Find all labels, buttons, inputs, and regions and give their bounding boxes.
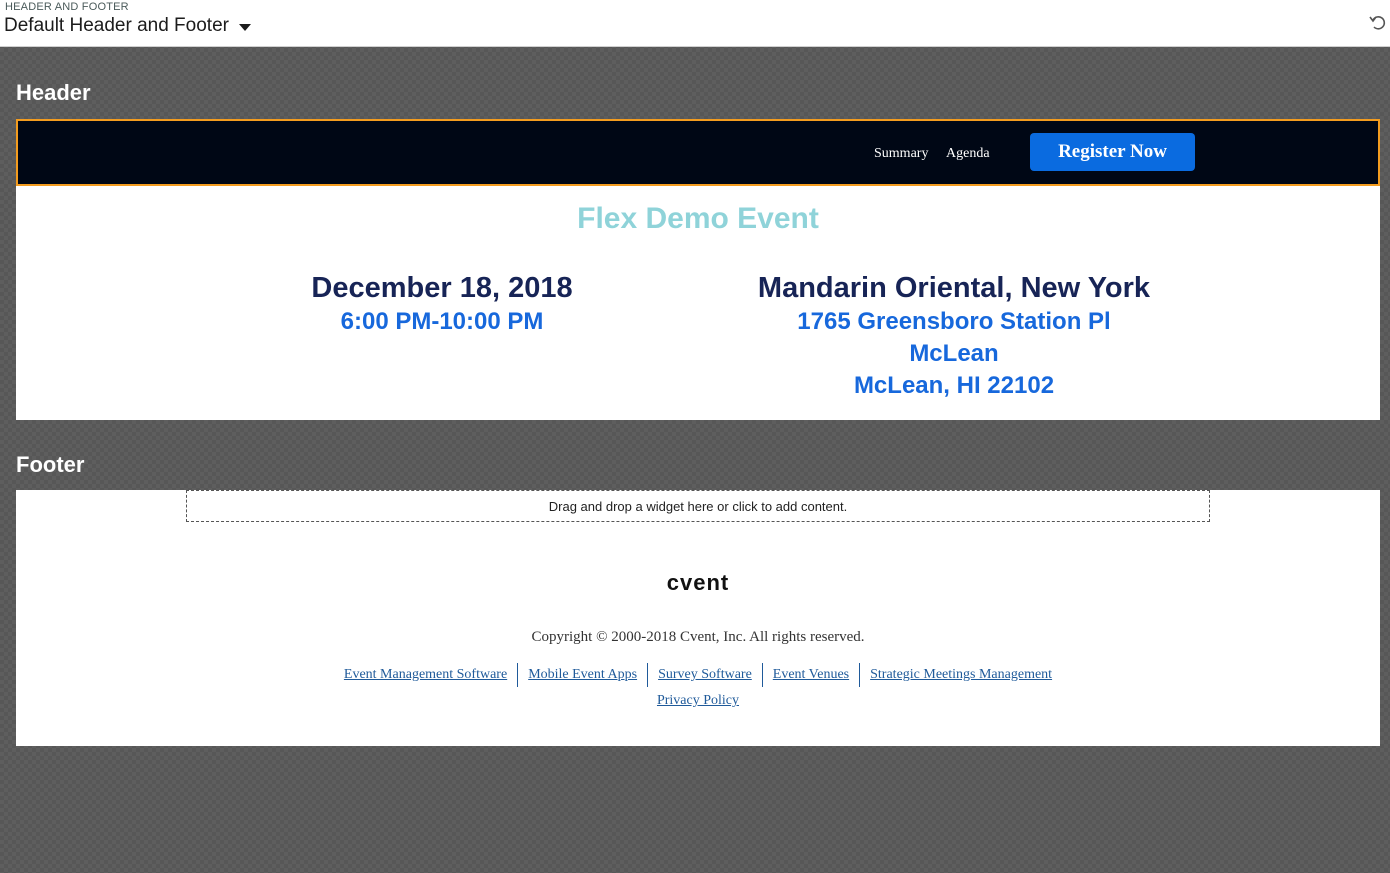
nav-agenda-link[interactable]: Agenda bbox=[946, 146, 990, 162]
event-date: December 18, 2018 bbox=[311, 272, 573, 304]
event-location-block: Mandarin Oriental, New York 1765 Greensb… bbox=[716, 270, 1192, 402]
copyright-text: Copyright © 2000-2018 Cvent, Inc. All ri… bbox=[531, 629, 865, 645]
footer-link-strategic-meetings[interactable]: Strategic Meetings Management bbox=[859, 663, 1062, 687]
footer-privacy-row: Privacy Policy bbox=[16, 689, 1380, 713]
address-line-1: 1765 Greensboro Station Pl bbox=[797, 308, 1111, 335]
footer-links: Event Management Software Mobile Event A… bbox=[16, 663, 1380, 687]
widget-dropzone[interactable]: Drag and drop a widget here or click to … bbox=[186, 490, 1210, 522]
footer-link-mobile-apps[interactable]: Mobile Event Apps bbox=[517, 663, 647, 687]
undo-icon[interactable] bbox=[1368, 12, 1388, 32]
header-footer-select[interactable]: Default Header and Footer bbox=[4, 15, 251, 37]
venue-name: Mandarin Oriental, New York bbox=[757, 272, 1151, 304]
footer-link-privacy[interactable]: Privacy Policy bbox=[647, 693, 749, 708]
top-bar: HEADER AND FOOTER Default Header and Foo… bbox=[0, 0, 1390, 47]
header-nav-bar[interactable]: Summary Agenda Register Now bbox=[16, 119, 1380, 186]
caret-down-icon bbox=[238, 24, 251, 31]
footer-section-title: Footer bbox=[16, 452, 85, 477]
section-label: HEADER AND FOOTER bbox=[5, 1, 129, 13]
header-content[interactable]: Flex Demo Event December 18, 2018 6:00 P… bbox=[16, 186, 1380, 420]
footer-link-survey[interactable]: Survey Software bbox=[647, 663, 762, 687]
nav-summary-link[interactable]: Summary bbox=[874, 146, 928, 162]
address-line-3: McLean, HI 22102 bbox=[853, 372, 1055, 399]
footer-content[interactable]: Drag and drop a widget here or click to … bbox=[16, 490, 1380, 746]
register-now-button[interactable]: Register Now bbox=[1030, 133, 1195, 171]
header-footer-select-label: Default Header and Footer bbox=[4, 15, 229, 36]
footer-link-venues[interactable]: Event Venues bbox=[761, 663, 859, 687]
cvent-logo: cvent bbox=[666, 570, 730, 595]
header-section-title: Header bbox=[16, 80, 91, 105]
event-title: Flex Demo Event bbox=[577, 202, 819, 235]
address-line-2: McLean bbox=[909, 340, 999, 367]
event-date-block: December 18, 2018 6:00 PM-10:00 PM bbox=[230, 270, 654, 338]
footer-link-event-management[interactable]: Event Management Software bbox=[334, 663, 517, 687]
event-time: 6:00 PM-10:00 PM bbox=[340, 308, 544, 335]
